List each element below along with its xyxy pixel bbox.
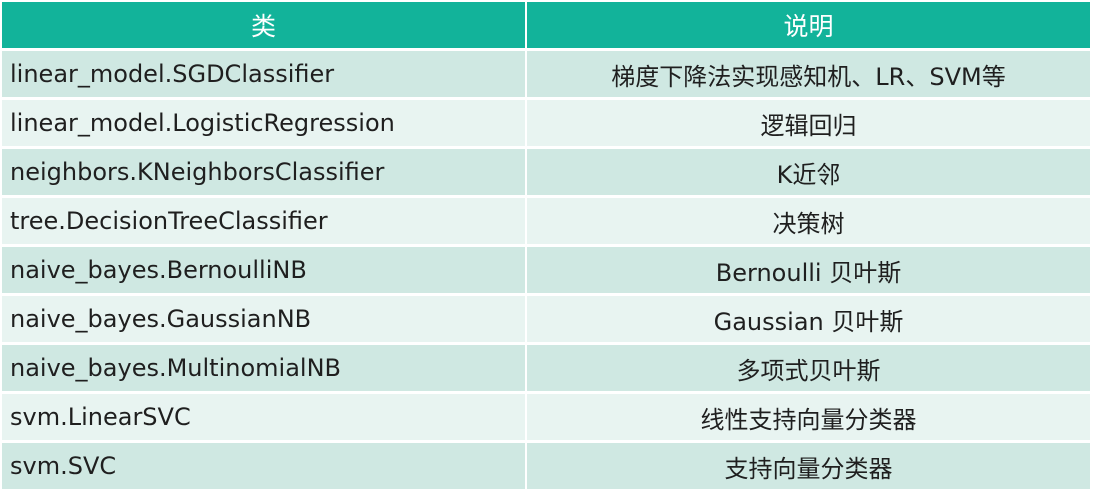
description-cell: Bernoulli 贝叶斯 bbox=[526, 244, 1090, 295]
description-cell: 支持向量分类器 bbox=[526, 440, 1090, 489]
classifier-table-container: 类 说明 linear_model.SGDClassifier 梯度下降法实现感… bbox=[2, 2, 1090, 489]
class-cell: tree.DecisionTreeClassifier bbox=[2, 195, 527, 246]
description-cell: 决策树 bbox=[526, 195, 1090, 246]
class-cell: naive_bayes.GaussianNB bbox=[2, 293, 527, 344]
table-row: naive_bayes.MultinomialNB 多项式贝叶斯 bbox=[2, 342, 1090, 393]
table-row: naive_bayes.GaussianNB Gaussian 贝叶斯 bbox=[2, 293, 1090, 344]
table-header-row: 类 说明 bbox=[2, 2, 1090, 50]
table-row: svm.LinearSVC 线性支持向量分类器 bbox=[2, 391, 1090, 442]
class-cell: naive_bayes.BernoulliNB bbox=[2, 244, 527, 295]
description-cell: 线性支持向量分类器 bbox=[526, 391, 1090, 442]
table-row: tree.DecisionTreeClassifier 决策树 bbox=[2, 195, 1090, 246]
table-row: linear_model.SGDClassifier 梯度下降法实现感知机、LR… bbox=[2, 48, 1090, 99]
table-row: neighbors.KNeighborsClassifier K近邻 bbox=[2, 146, 1090, 197]
class-cell: neighbors.KNeighborsClassifier bbox=[2, 146, 527, 197]
class-cell: naive_bayes.MultinomialNB bbox=[2, 342, 527, 393]
class-cell: svm.LinearSVC bbox=[2, 391, 527, 442]
class-cell: svm.SVC bbox=[2, 440, 527, 489]
table-row: naive_bayes.BernoulliNB Bernoulli 贝叶斯 bbox=[2, 244, 1090, 295]
table-row: linear_model.LogisticRegression 逻辑回归 bbox=[2, 97, 1090, 148]
description-cell: K近邻 bbox=[526, 146, 1090, 197]
description-cell: 梯度下降法实现感知机、LR、SVM等 bbox=[526, 48, 1090, 99]
classifier-table: 类 说明 linear_model.SGDClassifier 梯度下降法实现感… bbox=[2, 2, 1090, 489]
class-cell: linear_model.LogisticRegression bbox=[2, 97, 527, 148]
description-cell: 逻辑回归 bbox=[526, 97, 1090, 148]
header-description: 说明 bbox=[526, 2, 1090, 50]
description-cell: Gaussian 贝叶斯 bbox=[526, 293, 1090, 344]
description-cell: 多项式贝叶斯 bbox=[526, 342, 1090, 393]
header-class: 类 bbox=[2, 2, 527, 50]
class-cell: linear_model.SGDClassifier bbox=[2, 48, 527, 99]
table-row: svm.SVC 支持向量分类器 bbox=[2, 440, 1090, 489]
